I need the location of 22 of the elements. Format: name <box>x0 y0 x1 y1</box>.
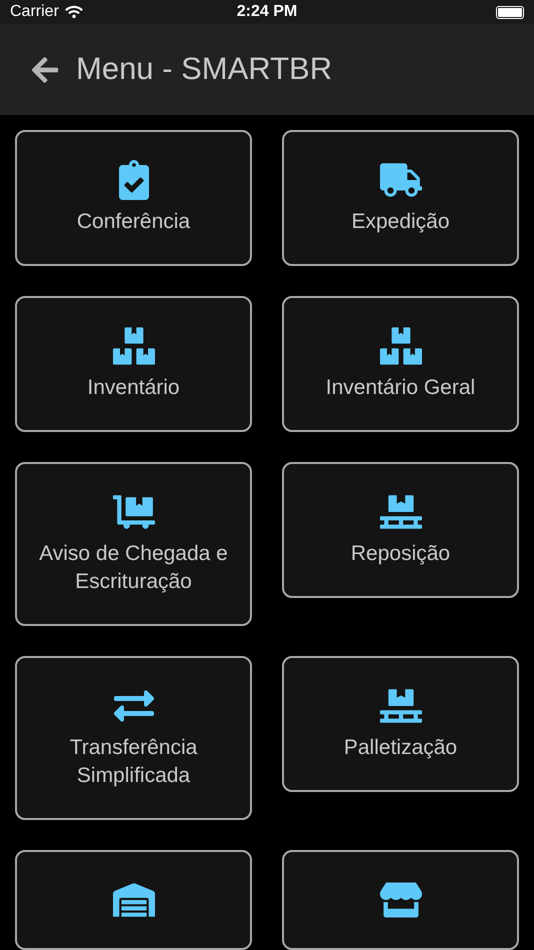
store-icon <box>380 880 422 920</box>
wifi-icon <box>64 5 83 19</box>
menu-tile[interactable]: Reposição <box>282 462 519 598</box>
menu-tile[interactable]: Palletização <box>282 656 519 792</box>
pallet-icon <box>380 492 422 532</box>
screen-title: Menu - SMARTBR <box>76 50 332 88</box>
boxes-icon <box>112 326 154 366</box>
menu-tile[interactable]: Expedição <box>282 130 519 266</box>
menu-tile[interactable]: Aviso de Chegada e Escrituração <box>15 462 252 626</box>
carrier-label: Carrier <box>10 2 59 22</box>
menu-tile[interactable] <box>15 850 252 950</box>
menu-tile[interactable]: Transferência Simplificada <box>15 656 252 820</box>
menu-tile[interactable]: Conferência <box>15 130 252 266</box>
pallet-icon <box>380 686 422 726</box>
warehouse-icon <box>112 880 154 920</box>
menu-tile[interactable]: Inventário <box>15 296 252 432</box>
menu-tile[interactable]: Inventário Geral <box>282 296 519 432</box>
menu-tile[interactable] <box>282 850 519 950</box>
status-time: 2:24 PM <box>236 2 298 22</box>
hand-truck-icon <box>112 492 154 532</box>
battery-icon <box>496 6 524 18</box>
boxes-icon <box>380 326 422 366</box>
